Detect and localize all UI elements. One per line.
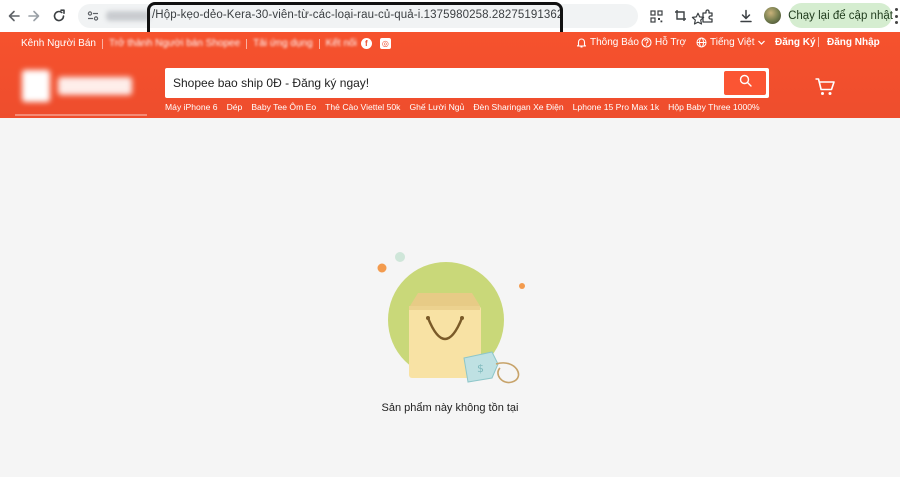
- seller-channel-link[interactable]: Kênh Người Bán: [21, 38, 96, 49]
- qr-code-icon[interactable]: [646, 6, 666, 26]
- suggestion-link[interactable]: Đèn Sharingan Xe Điện: [473, 102, 563, 112]
- language-selector[interactable]: Tiếng Việt: [696, 37, 769, 48]
- top-navbar: Kênh Người Bán Trở thành Người bán Shope…: [0, 32, 900, 54]
- support-link[interactable]: Hỗ Trợ: [641, 37, 686, 48]
- suggestion-link[interactable]: Dép: [227, 102, 243, 112]
- bell-icon: [576, 37, 587, 48]
- search-button[interactable]: [724, 71, 766, 95]
- help-icon: [641, 37, 652, 48]
- search-icon: [739, 74, 752, 92]
- download-app-link[interactable]: Tải ứng dụng: [253, 38, 313, 49]
- become-seller-link[interactable]: Trở thành Người bán Shopee: [109, 38, 240, 49]
- register-link[interactable]: Đăng Ký: [775, 37, 816, 48]
- globe-icon: [696, 37, 707, 48]
- relaunch-update-button[interactable]: Chạy lại để cập nhật: [788, 3, 893, 28]
- screenshot-icon[interactable]: [671, 6, 691, 26]
- support-label: Hỗ Trợ: [655, 37, 687, 48]
- extensions-icon[interactable]: [698, 6, 718, 26]
- profile-avatar[interactable]: [764, 7, 781, 24]
- reload-icon[interactable]: [49, 6, 69, 26]
- kebab-menu-icon[interactable]: [893, 8, 899, 24]
- download-icon[interactable]: [736, 6, 756, 26]
- blurred-domain: [106, 11, 150, 21]
- search-bar: [165, 68, 769, 98]
- facebook-icon[interactable]: f: [360, 38, 372, 49]
- shopee-logo[interactable]: [22, 68, 140, 104]
- chevron-down-icon: [757, 38, 766, 47]
- url-text[interactable]: /Hộp-kẹo-dẻo-Kera-30-viên-từ-các-loại-ra…: [152, 9, 563, 21]
- empty-product-illustration: $: [376, 248, 526, 386]
- browser-toolbar: /Hộp-kẹo-dẻo-Kera-30-viên-từ-các-loại-ra…: [0, 0, 900, 42]
- connect-label: Kết nối: [325, 38, 357, 49]
- site-info-icon[interactable]: [84, 7, 102, 25]
- suggestion-link[interactable]: Baby Tee Ôm Eo: [251, 102, 316, 112]
- cart-icon[interactable]: [814, 76, 836, 98]
- empty-state-message: Sản phẩm này không tồn tại: [381, 402, 519, 414]
- forward-icon[interactable]: [24, 6, 44, 26]
- language-label: Tiếng Việt: [710, 37, 755, 48]
- instagram-icon[interactable]: ◎: [379, 38, 391, 49]
- back-icon[interactable]: [4, 6, 24, 26]
- notifications-link[interactable]: Thông Báo: [576, 37, 639, 48]
- login-link[interactable]: Đăng Nhập: [827, 37, 880, 48]
- search-suggestions: Máy iPhone 6 Dép Baby Tee Ôm Eo Thẻ Cào …: [165, 102, 769, 112]
- suggestion-link[interactable]: Hộp Baby Three 1000%: [668, 102, 760, 112]
- address-bar[interactable]: /Hộp-kẹo-dẻo-Kera-30-viên-từ-các-loại-ra…: [78, 4, 705, 28]
- suggestion-link[interactable]: Máy iPhone 6: [165, 102, 218, 112]
- suggestion-link[interactable]: Lphone 15 Pro Max 1k: [573, 102, 659, 112]
- notifications-label: Thông Báo: [590, 37, 639, 48]
- site-header: Kênh Người Bán Trở thành Người bán Shope…: [0, 32, 900, 118]
- svg-text:$: $: [477, 362, 484, 375]
- suggestion-link[interactable]: Thẻ Cào Viettel 50k: [325, 102, 400, 112]
- search-input[interactable]: [173, 68, 713, 98]
- suggestion-link[interactable]: Ghế Lười Ngủ: [409, 102, 464, 112]
